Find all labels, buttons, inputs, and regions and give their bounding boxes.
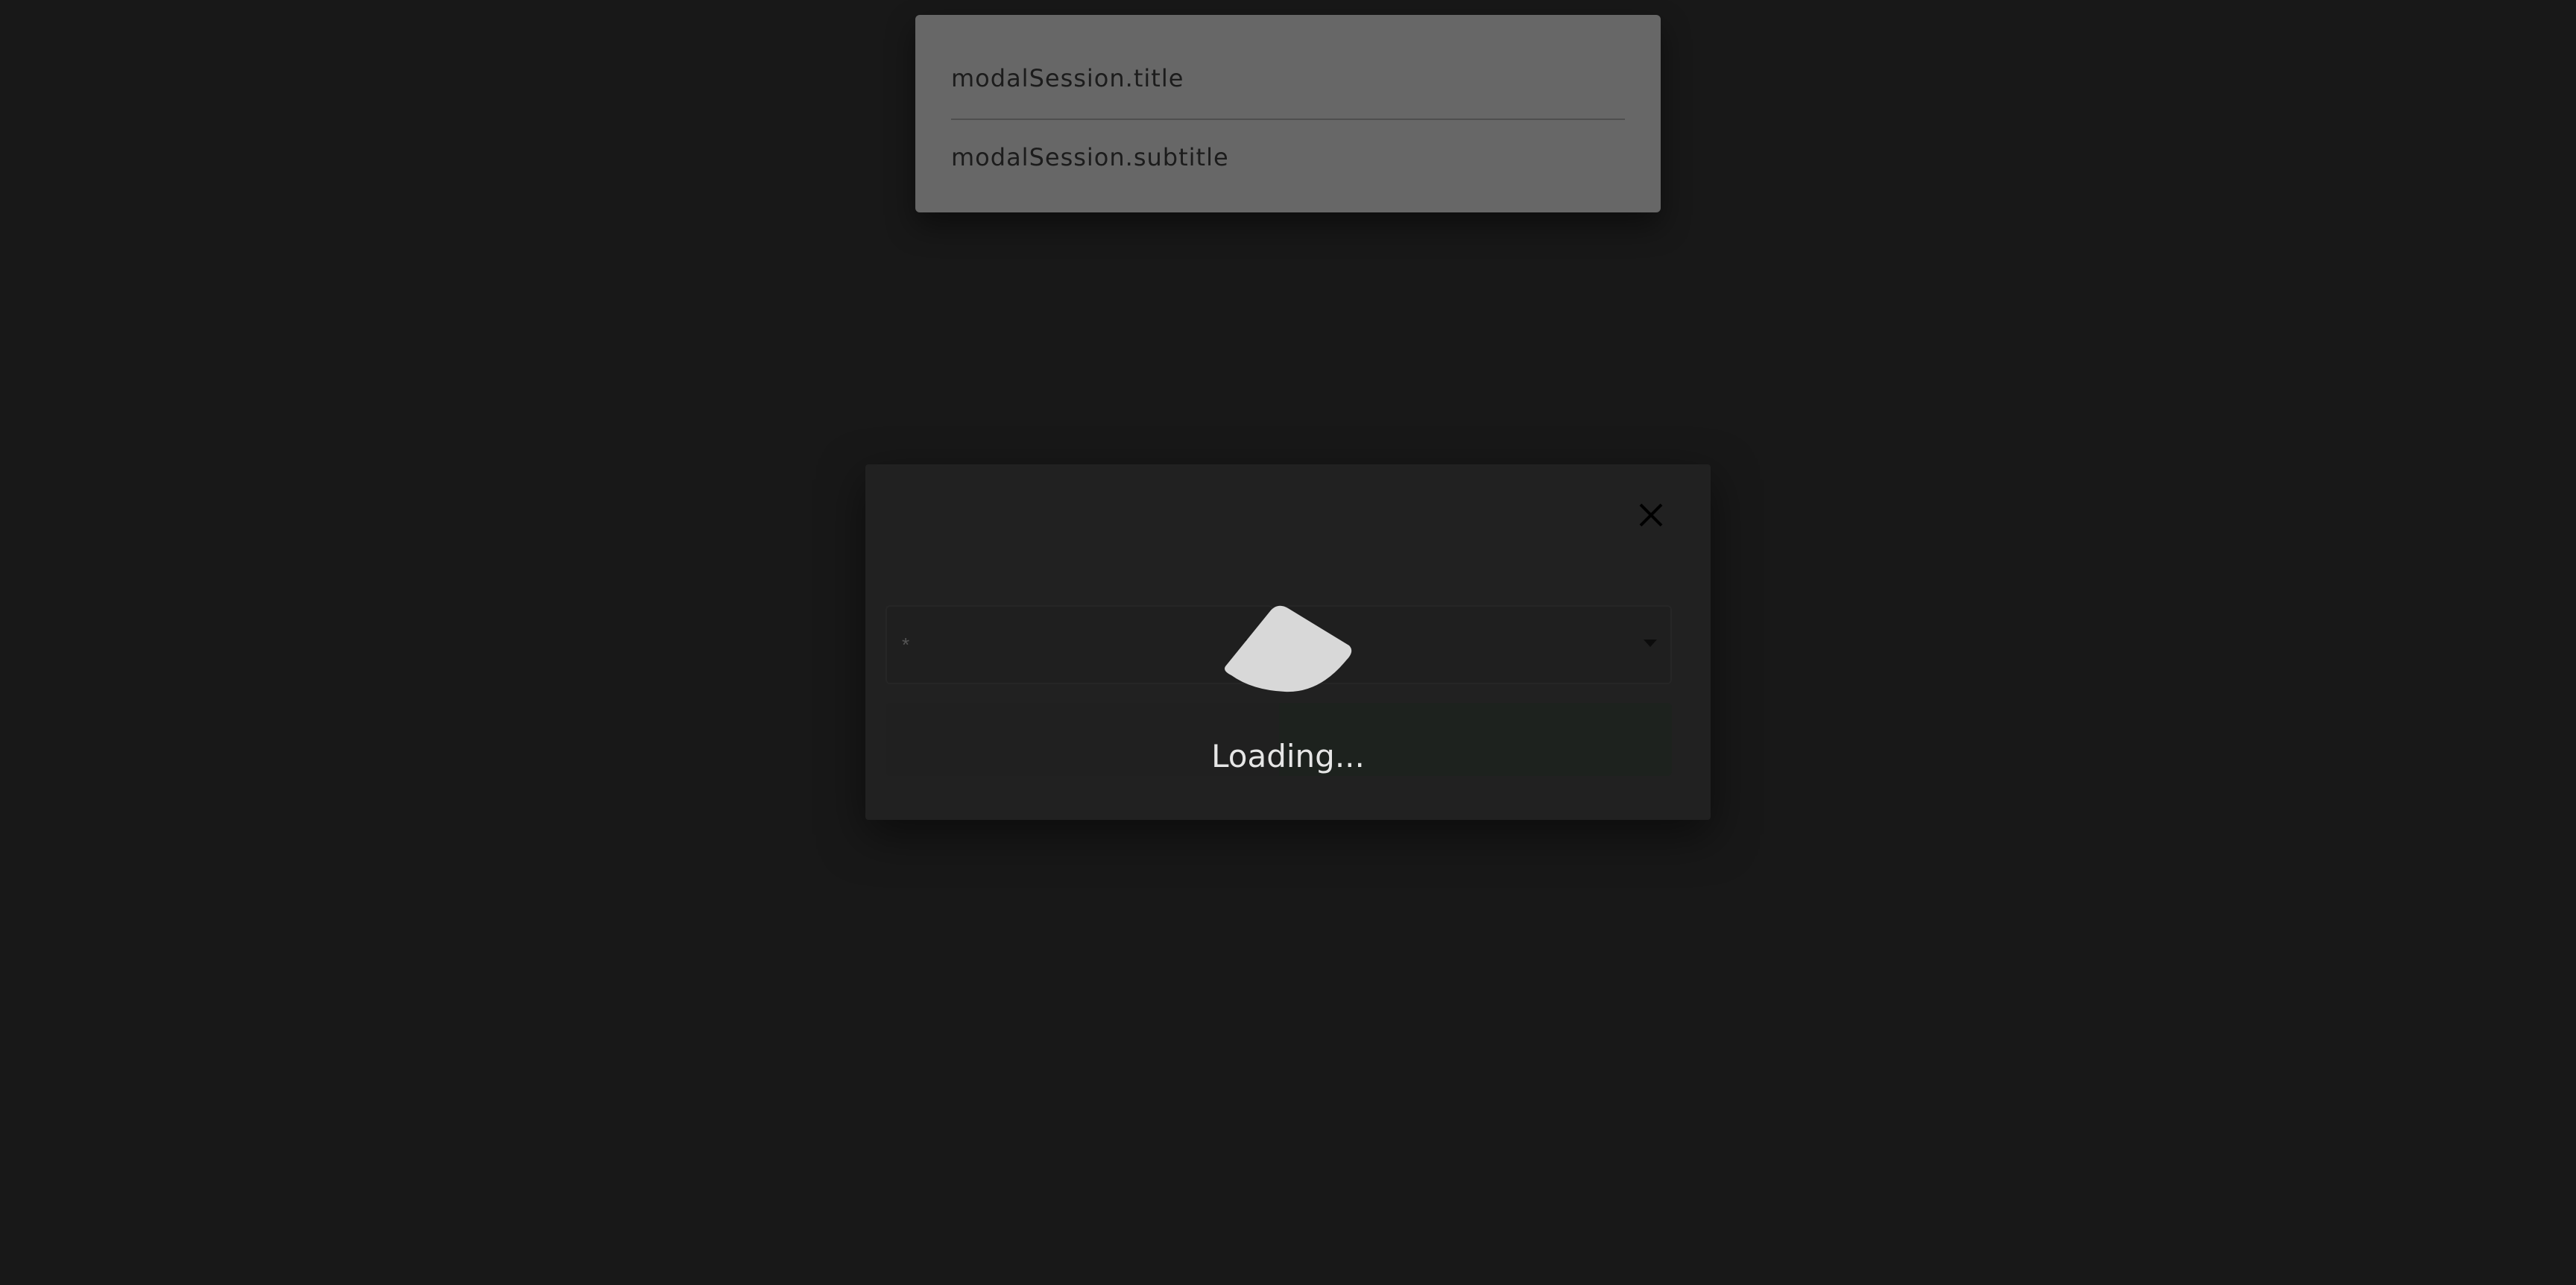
close-button[interactable] <box>1629 493 1673 537</box>
session-card: modalSession.title modalSession.subtitle <box>915 15 1661 212</box>
session-title: modalSession.title <box>951 64 1184 92</box>
session-subtitle: modalSession.subtitle <box>951 143 1229 171</box>
page: modalSession.title modalSession.subtitle… <box>0 0 2576 1285</box>
loading-spinner-icon <box>1225 605 1352 692</box>
loading-text: Loading... <box>1211 738 1365 774</box>
required-marker: * <box>902 634 910 656</box>
session-divider <box>951 119 1625 120</box>
chevron-down-icon <box>1644 640 1657 647</box>
close-icon <box>1639 503 1663 527</box>
